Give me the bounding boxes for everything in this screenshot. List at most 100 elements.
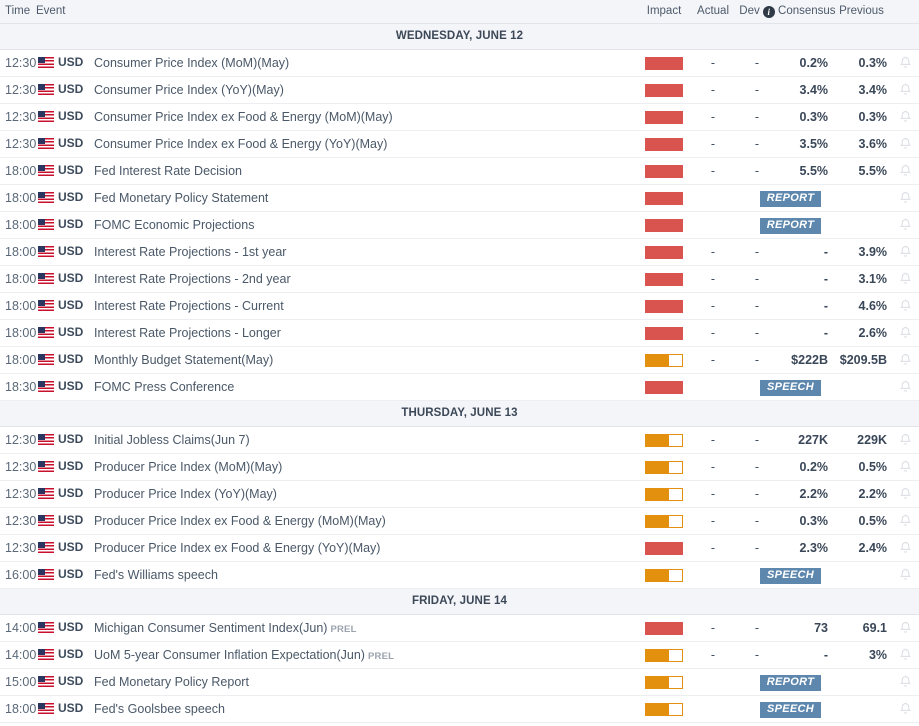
event-name-cell[interactable]: Fed Monetary Policy Statement [88,185,638,212]
bell-icon[interactable] [899,514,912,528]
event-name-cell[interactable]: Consumer Price Index ex Food & Energy (M… [88,104,638,131]
event-name-cell[interactable]: Interest Rate Projections - 1st year [88,239,638,266]
event-name-cell[interactable]: FOMC Economic Projections [88,212,638,239]
table-row[interactable]: 18:00USDFed Interest Rate Decision--5.5%… [0,158,919,185]
event-name-cell[interactable]: Fed's Goolsbee speech [88,696,638,723]
bell-icon[interactable] [899,380,912,394]
table-row[interactable]: 18:00USDFOMC Economic ProjectionsREPORT [0,212,919,239]
event-name-cell[interactable]: Producer Price Index (MoM)(May) [88,454,638,481]
table-row[interactable]: 15:00USDFed Monetary Policy ReportREPORT [0,669,919,696]
info-icon[interactable]: i [763,6,775,18]
event-name-cell[interactable]: Fed Monetary Policy Report [88,669,638,696]
alert-cell[interactable] [891,239,919,266]
bell-icon[interactable] [899,191,912,205]
column-header-time[interactable]: Time [0,0,36,24]
event-name-cell[interactable]: Fed's Williams speech [88,562,638,589]
alert-cell[interactable] [891,320,919,347]
table-row[interactable]: 12:30USDConsumer Price Index (MoM)(May)-… [0,50,919,77]
event-name-cell[interactable]: Consumer Price Index (YoY)(May) [88,77,638,104]
bell-icon[interactable] [899,487,912,501]
event-name-cell[interactable]: Fed Interest Rate Decision [88,158,638,185]
event-name-cell[interactable]: Interest Rate Projections - 2nd year [88,266,638,293]
column-header-consensus[interactable]: Consensus [778,0,832,24]
table-row[interactable]: 12:30USDConsumer Price Index ex Food & E… [0,131,919,158]
alert-cell[interactable] [891,212,919,239]
alert-cell[interactable] [891,508,919,535]
event-name-cell[interactable]: Consumer Price Index ex Food & Energy (Y… [88,131,638,158]
table-row[interactable]: 18:00USDInterest Rate Projections - Long… [0,320,919,347]
alert-cell[interactable] [891,535,919,562]
bell-icon[interactable] [899,245,912,259]
table-row[interactable]: 12:30USDProducer Price Index ex Food & E… [0,508,919,535]
table-row[interactable]: 14:00USDUoM 5-year Consumer Inflation Ex… [0,642,919,669]
table-row[interactable]: 18:00USDInterest Rate Projections - Curr… [0,293,919,320]
alert-cell[interactable] [891,696,919,723]
bell-icon[interactable] [899,433,912,447]
alert-cell[interactable] [891,266,919,293]
bell-icon[interactable] [899,353,912,367]
bell-icon[interactable] [899,648,912,662]
alert-cell[interactable] [891,77,919,104]
table-row[interactable]: 18:00USDInterest Rate Projections - 2nd … [0,266,919,293]
table-row[interactable]: 18:00USDFed Monetary Policy StatementREP… [0,185,919,212]
table-row[interactable]: 18:00USDMonthly Budget Statement(May)--$… [0,347,919,374]
bell-icon[interactable] [899,272,912,286]
bell-icon[interactable] [899,137,912,151]
alert-cell[interactable] [891,50,919,77]
column-header-impact[interactable]: Impact [638,0,690,24]
table-row[interactable]: 12:30USDProducer Price Index (YoY)(May)-… [0,481,919,508]
alert-cell[interactable] [891,427,919,454]
alert-cell[interactable] [891,481,919,508]
bell-icon[interactable] [899,568,912,582]
event-name-cell[interactable]: FOMC Press Conference [88,374,638,401]
column-header-actual[interactable]: Actual [690,0,736,24]
table-row[interactable]: 12:30USDProducer Price Index ex Food & E… [0,535,919,562]
table-row[interactable]: 12:30USDConsumer Price Index ex Food & E… [0,104,919,131]
event-name-cell[interactable]: Producer Price Index ex Food & Energy (Y… [88,535,638,562]
bell-icon[interactable] [899,541,912,555]
event-name-cell[interactable]: Interest Rate Projections - Current [88,293,638,320]
alert-cell[interactable] [891,104,919,131]
bell-icon[interactable] [899,675,912,689]
bell-icon[interactable] [899,621,912,635]
alert-cell[interactable] [891,374,919,401]
column-header-previous[interactable]: Previous [832,0,891,24]
table-row[interactable]: 12:30USDConsumer Price Index (YoY)(May)-… [0,77,919,104]
alert-cell[interactable] [891,615,919,642]
table-row[interactable]: 18:00USDInterest Rate Projections - 1st … [0,239,919,266]
bell-icon[interactable] [899,218,912,232]
event-name-cell[interactable]: Interest Rate Projections - Longer [88,320,638,347]
table-row[interactable]: 14:00USDMichigan Consumer Sentiment Inde… [0,615,919,642]
bell-icon[interactable] [899,460,912,474]
alert-cell[interactable] [891,454,919,481]
bell-icon[interactable] [899,326,912,340]
alert-cell[interactable] [891,293,919,320]
bell-icon[interactable] [899,56,912,70]
table-row[interactable]: 12:30USDProducer Price Index (MoM)(May)-… [0,454,919,481]
alert-cell[interactable] [891,642,919,669]
alert-cell[interactable] [891,158,919,185]
table-row[interactable]: 18:30USDFOMC Press ConferenceSPEECH [0,374,919,401]
bell-icon[interactable] [899,299,912,313]
event-name-cell[interactable]: UoM 5-year Consumer Inflation Expectatio… [88,642,638,669]
alert-cell[interactable] [891,185,919,212]
bell-icon[interactable] [899,110,912,124]
bell-icon[interactable] [899,702,912,716]
event-name-cell[interactable]: Monthly Budget Statement(May) [88,347,638,374]
event-name-cell[interactable]: Michigan Consumer Sentiment Index(Jun)PR… [88,615,638,642]
alert-cell[interactable] [891,131,919,158]
column-header-event[interactable]: Event [36,0,638,24]
alert-cell[interactable] [891,669,919,696]
table-row[interactable]: 12:30USDInitial Jobless Claims(Jun 7)--2… [0,427,919,454]
event-name-cell[interactable]: Producer Price Index (YoY)(May) [88,481,638,508]
alert-cell[interactable] [891,562,919,589]
event-name-cell[interactable]: Consumer Price Index (MoM)(May) [88,50,638,77]
event-name-cell[interactable]: Initial Jobless Claims(Jun 7) [88,427,638,454]
table-row[interactable]: 16:00USDFed's Williams speechSPEECH [0,562,919,589]
bell-icon[interactable] [899,83,912,97]
column-header-dev[interactable]: Dev i [736,0,778,24]
bell-icon[interactable] [899,164,912,178]
event-name-cell[interactable]: Producer Price Index ex Food & Energy (M… [88,508,638,535]
table-row[interactable]: 18:00USDFed's Goolsbee speechSPEECH [0,696,919,723]
alert-cell[interactable] [891,347,919,374]
